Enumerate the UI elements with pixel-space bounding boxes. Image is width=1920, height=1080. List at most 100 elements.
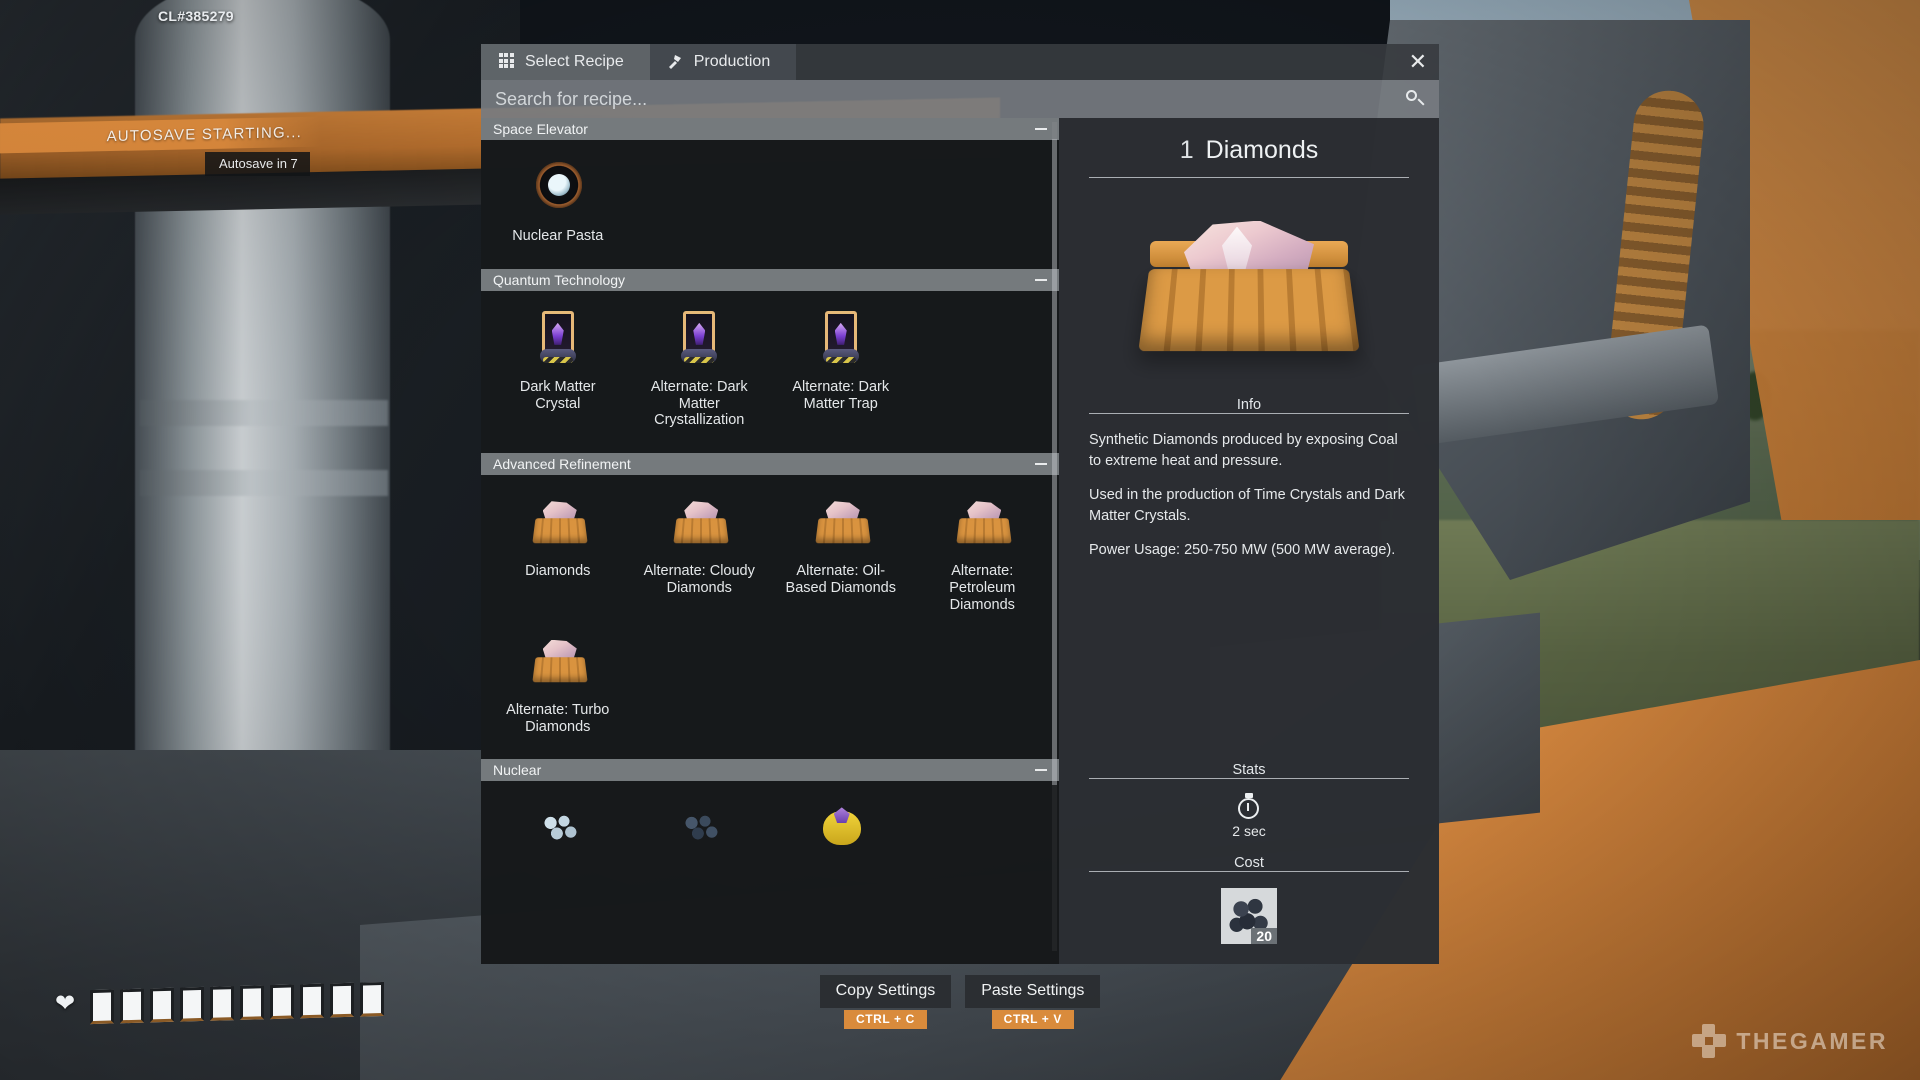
recipe-grid-space-elevator: Nuclear Pasta (481, 142, 1059, 269)
search-input[interactable] (495, 88, 1405, 110)
craft-time-stat: 2 sec (1089, 779, 1409, 839)
recipe-item[interactable] (629, 791, 771, 875)
recipe-selection-dialog: Select Recipe Production ✕ Search for re… (481, 44, 1439, 964)
hotbar-slot[interactable] (90, 989, 114, 1025)
section-title: Advanced Refinement (493, 456, 631, 473)
autosave-banner-text: AUTOSAVE STARTING... (106, 123, 302, 145)
hotbar-slot[interactable] (300, 983, 324, 1019)
minus-icon[interactable] (1035, 769, 1047, 772)
cost-item[interactable]: 20 (1221, 888, 1277, 944)
ficsonium-icon (811, 801, 871, 857)
recipe-grid-nuclear (481, 783, 1059, 893)
minus-icon[interactable] (1035, 463, 1047, 466)
close-icon[interactable]: ✕ (1409, 51, 1427, 73)
recipe-item[interactable]: Diamonds (487, 485, 629, 619)
detail-amount: 1 (1179, 136, 1194, 164)
recipe-item[interactable] (487, 791, 629, 875)
dialog-footer: Copy Settings CTRL + C Paste Settings CT… (481, 975, 1439, 1029)
section-title: Quantum Technology (493, 271, 626, 288)
recipe-list-scroll[interactable]: Space Elevator Nuclear Pasta Quantum Tec… (481, 118, 1059, 964)
recipe-label: Alternate: Turbo Diamonds (506, 701, 610, 735)
diamonds-crate-large-icon (1138, 220, 1360, 351)
cost-heading: Cost (1234, 855, 1264, 871)
diamonds-crate-icon (528, 634, 588, 690)
hotbar-slot[interactable] (120, 988, 144, 1024)
watermark: THEGAMER (1692, 1024, 1888, 1058)
stopwatch-icon (1236, 793, 1262, 819)
hotbar-slot[interactable] (210, 986, 234, 1021)
info-paragraph: Synthetic Diamonds produced by exposing … (1089, 432, 1398, 469)
info-text: Synthetic Diamonds produced by exposing … (1089, 414, 1409, 575)
paste-settings-shortcut: CTRL + V (991, 1010, 1074, 1029)
dark-matter-crystal-icon (811, 310, 871, 367)
game-screen: CL#385279 AUTOSAVE STARTING... Autosave … (0, 0, 1920, 1080)
search-bar (481, 80, 1439, 118)
changelist-label: CL#385279 (158, 8, 234, 24)
recipe-item[interactable]: Nuclear Pasta (487, 150, 629, 251)
uranium-icon (528, 801, 588, 857)
hotbar-slot[interactable] (270, 984, 294, 1020)
detail-name: Diamonds (1205, 136, 1319, 164)
recipe-label: Nuclear Pasta (512, 228, 604, 244)
recipe-label: Diamonds (525, 563, 591, 580)
info-paragraph: Used in the production of Time Crystals … (1089, 487, 1405, 524)
recipe-label: Alternate: Petroleum Diamonds (949, 563, 1016, 613)
recipe-item[interactable]: Alternate: Turbo Diamonds (487, 624, 629, 742)
hammer-icon (666, 53, 684, 71)
recipe-item[interactable]: Dark Matter Crystal (487, 301, 629, 435)
copy-settings-group: Copy Settings CTRL + C (819, 975, 952, 1029)
hotbar-slot[interactable] (150, 987, 174, 1023)
scrollbar-thumb[interactable] (1052, 138, 1057, 786)
recipe-label: Alternate: Cloudy Diamonds (643, 563, 755, 597)
paste-settings-button[interactable]: Paste Settings (965, 975, 1101, 1008)
recipe-label: Alternate: Oil-Based Diamonds (785, 563, 896, 597)
search-icon[interactable] (1405, 89, 1425, 109)
recipe-detail-pane: 1 Diamonds Info Synthetic Diamonds produc… (1059, 118, 1439, 964)
info-paragraph: Power Usage: 250-750 MW (500 MW average)… (1089, 542, 1396, 559)
heart-pulse-icon: ❤ (55, 990, 76, 1017)
recipe-grid-quantum-technology: Dark Matter Crystal Alternate: Dark Matt… (481, 293, 1059, 453)
copy-settings-button[interactable]: Copy Settings (819, 975, 952, 1008)
info-heading: Info (1236, 397, 1262, 413)
recipe-item[interactable]: Alternate: Oil-Based Diamonds (770, 485, 912, 619)
hotbar-slot[interactable] (330, 982, 354, 1018)
minus-icon[interactable] (1035, 128, 1047, 130)
hotbar-slot[interactable] (240, 985, 264, 1020)
dark-matter-crystal-icon (528, 310, 588, 367)
section-title: Space Elevator (493, 121, 588, 137)
recipe-list-scrollbar[interactable] (1052, 122, 1057, 952)
recipe-item[interactable]: Alternate: Dark Matter Trap (770, 301, 912, 435)
recipe-item[interactable]: Alternate: Petroleum Diamonds (912, 485, 1054, 619)
tab-production[interactable]: Production (649, 44, 797, 80)
recipe-item[interactable]: Alternate: Cloudy Diamonds (629, 485, 771, 619)
tab-select-recipe[interactable]: Select Recipe (481, 44, 650, 80)
recipe-list-pane: Space Elevator Nuclear Pasta Quantum Tec… (481, 118, 1059, 964)
section-header-quantum-technology[interactable]: Quantum Technology (481, 268, 1059, 291)
diamonds-crate-icon (952, 495, 1012, 551)
diamonds-crate-icon (669, 495, 729, 551)
tab-select-recipe-label: Select Recipe (525, 53, 624, 70)
hotbar-slot[interactable] (360, 981, 384, 1017)
section-header-space-elevator[interactable]: Space Elevator (481, 118, 1059, 140)
autosave-countdown: Autosave in 7 (205, 152, 310, 176)
section-header-nuclear[interactable]: Nuclear (481, 759, 1059, 782)
hotbar-slot[interactable] (180, 986, 204, 1022)
recipe-label: Dark Matter Crystal (519, 378, 596, 412)
nuclear-pasta-icon (528, 160, 588, 216)
paste-settings-group: Paste Settings CTRL + V (965, 975, 1101, 1029)
dark-matter-crystal-icon (669, 310, 729, 367)
recipe-label: Alternate: Dark Matter Crystallization (650, 378, 748, 429)
tab-production-label: Production (693, 53, 771, 70)
stats-heading: Stats (1232, 762, 1266, 778)
plutonium-icon (669, 801, 729, 857)
recipe-item[interactable] (770, 791, 912, 875)
cost-quantity: 20 (1251, 928, 1277, 944)
thegamer-logo-icon (1692, 1024, 1727, 1058)
minus-icon[interactable] (1035, 278, 1047, 281)
diamonds-crate-icon (811, 495, 871, 551)
section-header-advanced-refinement[interactable]: Advanced Refinement (481, 453, 1059, 476)
craft-time-value: 2 sec (1232, 823, 1266, 839)
recipe-item[interactable]: Alternate: Dark Matter Crystallization (629, 301, 771, 435)
section-title: Nuclear (493, 762, 542, 779)
